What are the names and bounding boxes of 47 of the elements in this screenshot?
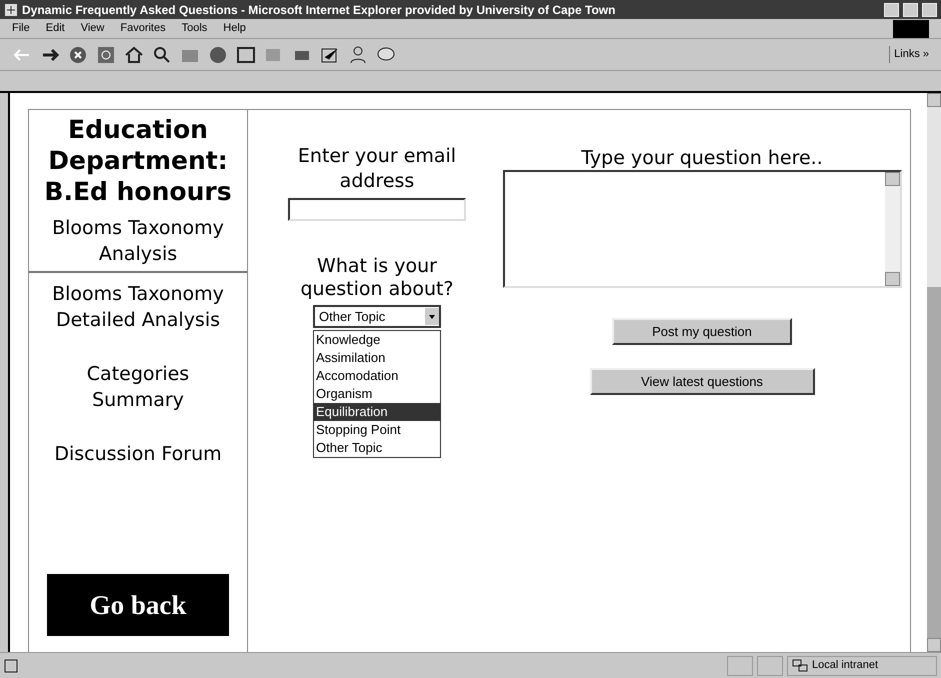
post-question-button[interactable]: Post my question bbox=[612, 318, 792, 345]
topic-label: What is your question about? bbox=[299, 255, 455, 301]
menu-item[interactable]: File bbox=[12, 20, 30, 37]
sidebar-link[interactable]: Categories Summary bbox=[29, 361, 247, 413]
question-textarea[interactable] bbox=[502, 170, 902, 288]
topic-option[interactable]: Knowledge bbox=[314, 331, 440, 349]
email-field[interactable] bbox=[288, 198, 466, 221]
topic-dropdown[interactable]: Other Topic bbox=[313, 305, 441, 328]
refresh-icon[interactable] bbox=[96, 44, 116, 64]
network-icon bbox=[792, 658, 808, 672]
sidebar-link[interactable]: Blooms Taxonomy Detailed Analysis bbox=[29, 281, 247, 333]
topic-option[interactable]: Assimilation bbox=[314, 349, 440, 367]
scrollbar[interactable] bbox=[884, 172, 900, 286]
zone-label: Local intranet bbox=[812, 658, 878, 674]
menu-item[interactable]: Edit bbox=[46, 20, 65, 37]
menu-item[interactable]: Favorites bbox=[120, 20, 166, 37]
window-title: Dynamic Frequently Asked Questions - Microsoft Internet Explorer provided by University of Cape Town bbox=[22, 2, 616, 18]
sidebar-link[interactable]: Blooms Taxonomy Analysis bbox=[29, 215, 247, 267]
sidebar-heading: Education Department: B.Ed honours bbox=[43, 114, 233, 207]
go-back-button[interactable]: Go back bbox=[47, 574, 229, 636]
person-icon[interactable] bbox=[348, 44, 368, 64]
links-label[interactable]: Links » bbox=[889, 46, 929, 63]
topic-option[interactable]: Organism bbox=[314, 385, 440, 403]
status-pane bbox=[727, 656, 753, 676]
menu-item[interactable]: Tools bbox=[182, 20, 208, 37]
window-icon[interactable] bbox=[236, 44, 256, 64]
minimize-button[interactable] bbox=[884, 2, 899, 16]
close-button[interactable] bbox=[922, 2, 937, 16]
menu-item[interactable]: Help bbox=[223, 20, 246, 37]
topic-option[interactable]: Equilibration bbox=[314, 403, 440, 421]
menu-item[interactable]: View bbox=[80, 20, 104, 37]
browser-icon bbox=[4, 2, 18, 16]
status-pane bbox=[757, 656, 783, 676]
maximize-button[interactable] bbox=[903, 2, 918, 16]
topic-option[interactable]: Accomodation bbox=[314, 367, 440, 385]
caret-icon bbox=[425, 308, 439, 325]
page-scrollbar[interactable] bbox=[927, 93, 941, 652]
email-label: Enter your email address bbox=[296, 144, 458, 194]
home-icon[interactable] bbox=[124, 44, 144, 64]
stop-icon[interactable] bbox=[68, 44, 88, 64]
view-questions-button[interactable]: View latest questions bbox=[590, 368, 814, 395]
topic-option[interactable]: Stopping Point bbox=[314, 421, 440, 439]
question-label: Type your question here.. bbox=[581, 146, 823, 170]
topic-option[interactable]: Other Topic bbox=[314, 439, 440, 457]
search-icon[interactable] bbox=[152, 44, 172, 64]
sidebar-link[interactable]: Discussion Forum bbox=[29, 441, 247, 467]
page-icon bbox=[4, 658, 18, 672]
